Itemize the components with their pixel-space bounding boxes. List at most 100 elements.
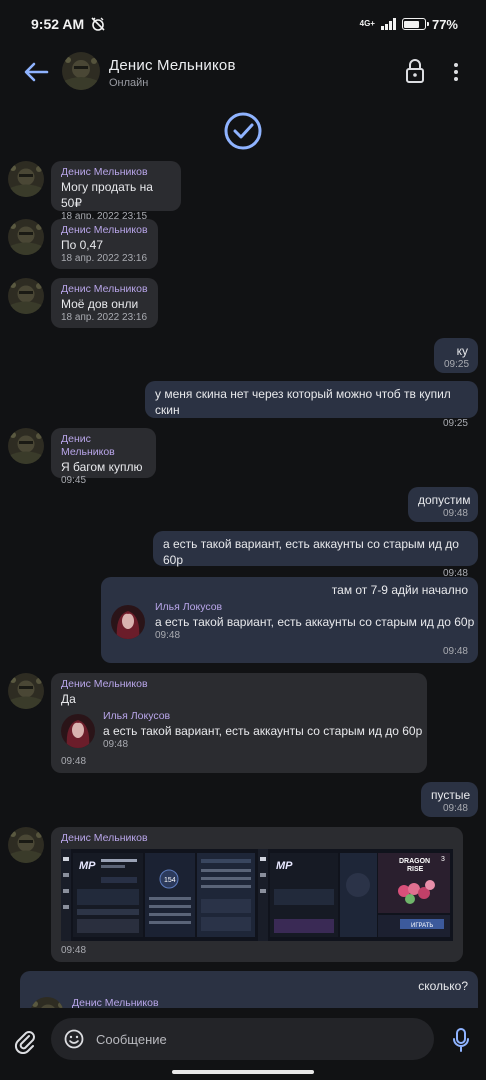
forward-sender: Илья Локусов <box>103 710 171 722</box>
message-time: 09:48 <box>61 945 87 956</box>
forward-avatar <box>111 604 145 639</box>
message-time: 09:45 <box>61 475 87 486</box>
screenshot-image[interactable]: MP 154 <box>61 849 258 941</box>
image-badge-level: 154 <box>164 877 176 884</box>
sender-name: Денис Мельников <box>61 433 115 458</box>
message-text: По 0,47 <box>61 238 103 252</box>
avatar-image <box>8 161 44 197</box>
screenshot-image[interactable]: MP DRAGON RISE 3 ИГРАТЬ <box>258 849 453 941</box>
message-text: у меня скина нет через который можно что… <box>155 387 451 417</box>
avatar-image <box>8 428 44 464</box>
microphone-icon[interactable] <box>451 1027 471 1053</box>
message-field[interactable] <box>51 1018 434 1060</box>
forward-text: а есть такой вариант, есть аккаунты со с… <box>103 724 423 738</box>
sender-avatar[interactable] <box>8 428 44 464</box>
incoming-message[interactable]: Денис Мельников MP 154 MP DRAGON RISE 3 … <box>51 827 463 962</box>
message-text: там от 7-9 адйи начално <box>331 583 468 597</box>
message-text: пустые <box>431 788 471 802</box>
avatar-image <box>8 278 44 314</box>
sender-name: Денис Мельников <box>61 283 148 295</box>
contact-name: Денис Мельников <box>109 57 236 74</box>
signal-icon <box>380 18 396 30</box>
contact-avatar[interactable] <box>62 52 100 90</box>
status-bar: 9:52 AM 4G+ 77% <box>0 0 486 48</box>
incoming-message[interactable]: Денис Мельников По 0,47 18 апр. 2022 23:… <box>51 219 158 269</box>
image-count: 3 <box>441 856 445 863</box>
message-text: Да <box>61 692 76 706</box>
svg-text:MP: MP <box>79 860 96 872</box>
message-time: 09:48 <box>442 803 468 814</box>
message-time: 09:48 <box>61 756 87 767</box>
sender-avatar[interactable] <box>8 278 44 314</box>
message-time: 09:25 <box>442 418 468 429</box>
outgoing-message[interactable]: у меня скина нет через который можно что… <box>145 381 478 429</box>
forward-sender: Илья Локусов <box>155 601 223 613</box>
more-options-icon[interactable] <box>448 60 464 84</box>
message-text: а есть такой вариант, есть аккаунты со с… <box>163 537 459 567</box>
sender-avatar[interactable] <box>8 219 44 255</box>
avatar-image <box>61 713 95 748</box>
avatar-image <box>8 219 44 255</box>
forward-time: 09:48 <box>155 630 181 641</box>
incoming-message[interactable]: Денис Мельников Да Илья Локусов а есть т… <box>51 673 427 773</box>
battery-fill <box>404 20 420 28</box>
sender-avatar[interactable] <box>8 673 44 709</box>
message-time: 18 апр. 2022 23:16 <box>61 253 148 264</box>
message-time: 09:48 <box>442 646 468 657</box>
image-banner-title-1: DRAGON <box>399 858 430 865</box>
image-banner-title-2: RISE <box>407 866 424 873</box>
sender-name: Денис Мельников <box>61 224 148 236</box>
svg-text:MP: MP <box>276 860 293 872</box>
incoming-message[interactable]: Денис Мельников Могу продать на 50₽ 18 а… <box>51 161 181 222</box>
outgoing-message[interactable]: допустим 09:48 <box>408 487 478 522</box>
checkmark-circle-icon <box>224 112 262 150</box>
contact-titles[interactable]: Денис Мельников Онлайн <box>109 57 236 89</box>
forward-time: 09:48 <box>103 739 129 750</box>
forward-text: а есть такой вариант, есть аккаунты со с… <box>155 615 475 629</box>
incoming-message[interactable]: Денис Мельников Я багом куплю 09:45 <box>51 428 156 486</box>
avatar-image <box>8 827 44 863</box>
message-text: Моё дов онли <box>61 297 139 311</box>
sender-name: Денис Мельников <box>61 166 148 178</box>
outgoing-message[interactable]: там от 7-9 адйи начално Илья Локусов а е… <box>101 577 478 663</box>
back-arrow-icon[interactable] <box>20 58 52 86</box>
lock-icon[interactable] <box>404 58 426 84</box>
message-time: 09:48 <box>442 508 468 519</box>
status-indicators: 4G+ 77% <box>360 17 458 32</box>
game-profile-screenshot: MP 154 <box>61 849 258 941</box>
message-time: 18 апр. 2022 23:16 <box>61 312 148 323</box>
message-time: 09:25 <box>444 359 470 370</box>
status-time: 9:52 AM <box>31 16 85 32</box>
outgoing-message[interactable]: ку 09:25 <box>434 338 478 373</box>
outgoing-message[interactable]: пустые 09:48 <box>421 782 478 817</box>
message-text: Я багом куплю <box>61 460 143 474</box>
battery-icon <box>401 18 429 30</box>
avatar-image <box>111 604 145 639</box>
sender-avatar[interactable] <box>8 827 44 863</box>
message-text: ку <box>456 344 468 358</box>
image-button-label: ИГРАТЬ <box>411 923 433 929</box>
message-text: Могу продать на 50₽ <box>61 180 153 210</box>
contact-status: Онлайн <box>109 77 149 89</box>
forward-avatar <box>61 713 95 748</box>
outgoing-message[interactable]: а есть такой вариант, есть аккаунты со с… <box>153 531 478 579</box>
message-text: допустим <box>418 493 471 507</box>
forwarded-message[interactable]: Илья Локусов а есть такой вариант, есть … <box>61 710 422 751</box>
network-type: 4G+ <box>359 19 375 28</box>
avatar-image <box>62 52 100 90</box>
avatar-image <box>8 673 44 709</box>
incoming-message[interactable]: Денис Мельников Моё дов онли 18 апр. 202… <box>51 278 158 328</box>
game-shop-screenshot: MP DRAGON RISE 3 ИГРАТЬ <box>258 849 453 941</box>
emoji-icon[interactable] <box>64 1029 84 1049</box>
home-indicator <box>172 1070 314 1074</box>
forwarded-message[interactable]: Илья Локусов а есть такой вариант, есть … <box>111 601 474 642</box>
message-text: сколько? <box>418 979 468 993</box>
battery-percent: 77% <box>431 16 458 32</box>
sender-name: Денис Мельников <box>61 832 148 844</box>
message-input[interactable] <box>96 1031 396 1047</box>
sender-avatar[interactable] <box>8 161 44 197</box>
sender-name: Денис Мельников <box>61 678 148 690</box>
attach-paperclip-icon[interactable] <box>14 1028 36 1054</box>
mute-alarm-icon <box>91 17 105 31</box>
chat-header: Денис Мельников Онлайн <box>0 48 486 96</box>
